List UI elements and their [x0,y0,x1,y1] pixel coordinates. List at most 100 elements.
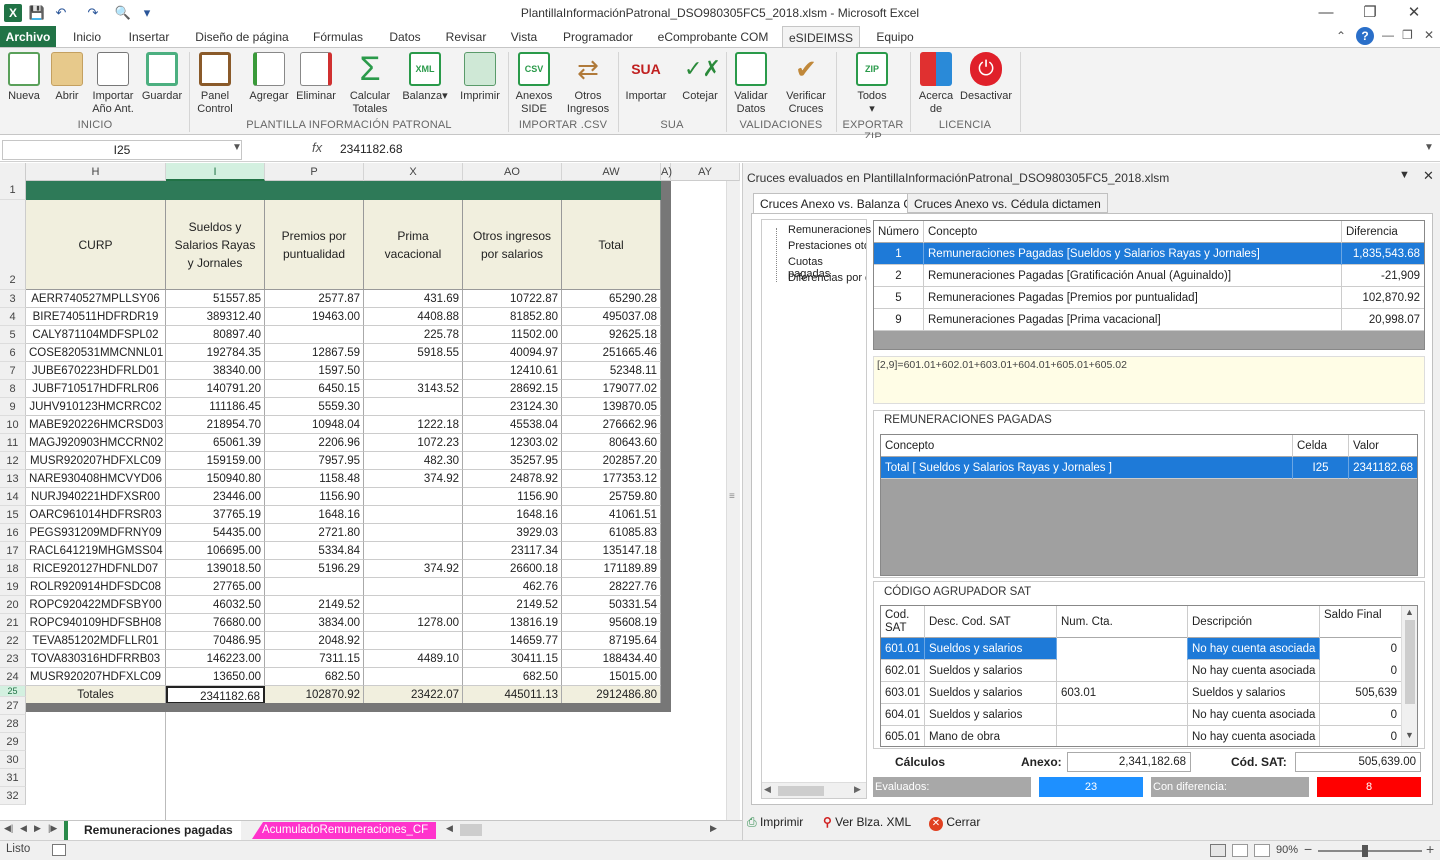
total-value-cell[interactable]: 23422.07 [364,686,463,704]
row-header[interactable]: 21 [0,614,26,632]
total-cell[interactable]: 52348.11 [562,362,661,380]
row-header[interactable]: 6 [0,344,26,362]
zoom-out-icon[interactable]: − [1304,841,1312,857]
curp-cell[interactable]: COSE820531MMCNNL01 [26,344,166,362]
total-cell[interactable]: 177353.12 [562,470,661,488]
premios-cell[interactable]: 10948.04 [265,416,364,434]
premios-cell[interactable]: 19463.00 [265,308,364,326]
formula-input[interactable]: 2341182.68 [340,142,403,156]
sueldos-cell[interactable]: 65061.39 [166,434,265,452]
col-numero[interactable]: Número [874,221,924,243]
tab-cruces-balanza[interactable]: Cruces Anexo vs. Balanza CE [753,193,928,214]
curp-header[interactable]: CURP [26,200,166,290]
premios-cell[interactable] [265,326,364,344]
premios-cell[interactable]: 2577.87 [265,290,364,308]
hscroll-thumb[interactable] [460,824,482,836]
minimize-button[interactable]: — [1304,0,1348,26]
otros-cell[interactable]: 26600.18 [463,560,562,578]
sueldos-cell[interactable]: 106695.00 [166,542,265,560]
curp-cell[interactable]: MABE920226HMCRSD03 [26,416,166,434]
otros-cell[interactable]: 28692.15 [463,380,562,398]
row-header[interactable]: 19 [0,578,26,596]
totales-label[interactable]: Totales [26,686,166,704]
sat-table[interactable]: Cod. SAT Desc. Cod. SAT Num. Cta. Descri… [880,605,1418,747]
tab-scroll-left-icon[interactable]: ◀ [446,823,453,834]
row-header[interactable]: 15 [0,506,26,524]
row-header[interactable]: 31 [0,769,26,787]
sat-row[interactable]: 605.01 Mano de obra No hay cuenta asociada… [881,726,1401,746]
remun-row[interactable]: Total [ Sueldos y Salarios Rayas y Jorna… [881,457,1417,479]
sueldos-cell[interactable]: 192784.35 [166,344,265,362]
eliminar-button[interactable]: Eliminar [294,52,338,118]
otros-cell[interactable]: 11502.00 [463,326,562,344]
undo-icon[interactable]: ↶ [52,4,70,22]
otros-header[interactable]: Otros ingresos por salarios [463,200,562,290]
doc-close-icon[interactable]: ✕ [1424,28,1434,42]
otros-cell[interactable]: 13816.19 [463,614,562,632]
prima-cell[interactable]: 482.30 [364,452,463,470]
name-box-dropdown-icon[interactable]: ▼ [232,142,242,153]
col-celda[interactable]: Celda [1293,435,1349,457]
row-header[interactable]: 22 [0,632,26,650]
otros-cell[interactable]: 12410.61 [463,362,562,380]
panel-close-icon[interactable]: ✕ [1423,168,1434,184]
sheet-tab-remuneraciones[interactable]: Remuneraciones pagadas [64,821,241,840]
tab-insertar[interactable]: Insertar [118,26,180,48]
sueldos-cell[interactable]: 80897.40 [166,326,265,344]
row-header[interactable]: 24 [0,668,26,686]
sueldos-cell[interactable]: 37765.19 [166,506,265,524]
row-header[interactable]: 3 [0,290,26,308]
total-cell[interactable]: 80643.60 [562,434,661,452]
prima-cell[interactable]: 1278.00 [364,614,463,632]
cruce-row[interactable]: 1 Remuneraciones Pagadas [Sueldos y Salar… [874,243,1424,265]
tree-item-diferencias[interactable]: Diferencias por c [788,272,866,284]
total-cell[interactable]: 251665.46 [562,344,661,362]
col-descripcion[interactable]: Descripción [1188,606,1320,638]
restore-button[interactable]: ❐ [1348,0,1392,26]
row-header[interactable]: 4 [0,308,26,326]
tree-hscroll[interactable]: ◀ ▶ [762,782,866,798]
col-diferencia[interactable]: Diferencia [1342,221,1424,243]
otros-cell[interactable]: 45538.04 [463,416,562,434]
sueldos-cell[interactable]: 159159.00 [166,452,265,470]
total-cell[interactable]: 28227.76 [562,578,661,596]
prima-cell[interactable] [364,596,463,614]
tab-vista[interactable]: Vista [500,26,548,48]
otros-cell[interactable]: 12303.02 [463,434,562,452]
otros-cell[interactable]: 35257.95 [463,452,562,470]
macro-record-icon[interactable] [52,844,66,856]
prima-cell[interactable]: 374.92 [364,560,463,578]
panel-menu-icon[interactable]: ▼ [1399,169,1410,181]
row-header[interactable]: 18 [0,560,26,578]
otros-cell[interactable]: 40094.97 [463,344,562,362]
tab-inicio[interactable]: Inicio [62,26,112,48]
redo-icon[interactable]: ↷ [84,4,102,22]
sat-row[interactable]: 603.01 Sueldos y salarios 603.01 Sueldos y … [881,682,1401,704]
premios-cell[interactable]: 7311.15 [265,650,364,668]
imprimir-button[interactable]: Imprimir [456,52,504,118]
otros-ingresos-button[interactable]: ⇄ Otros Ingresos [562,52,614,118]
total-cell[interactable]: 87195.64 [562,632,661,650]
fx-icon[interactable]: fx [312,140,322,155]
otros-cell[interactable]: 23117.34 [463,542,562,560]
total-value-cell[interactable]: 445011.13 [463,686,562,704]
save-icon[interactable]: 💾 [28,4,46,22]
tree-item-remuneraciones[interactable]: Remuneraciones [788,224,871,236]
prima-cell[interactable] [364,524,463,542]
row-header[interactable]: 23 [0,650,26,668]
name-box[interactable]: I25 [2,140,242,160]
premios-cell[interactable]: 1156.90 [265,488,364,506]
curp-cell[interactable]: BIRE740511HDFRDR19 [26,308,166,326]
total-cell[interactable]: 202857.20 [562,452,661,470]
scroll-up-icon[interactable]: ▲ [1405,607,1414,617]
next-sheet-icon[interactable]: ▶ [34,823,41,834]
sueldos-cell[interactable]: 51557.85 [166,290,265,308]
premios-cell[interactable]: 5559.30 [265,398,364,416]
curp-cell[interactable]: JUHV910123HMCRRC02 [26,398,166,416]
curp-cell[interactable]: TEVA851202MDFLLR01 [26,632,166,650]
col-header[interactable]: A) [661,163,672,181]
prima-cell[interactable]: 4489.10 [364,650,463,668]
col-header[interactable]: AO [463,163,562,181]
prima-cell[interactable] [364,668,463,686]
zoom-slider[interactable] [1318,850,1422,852]
